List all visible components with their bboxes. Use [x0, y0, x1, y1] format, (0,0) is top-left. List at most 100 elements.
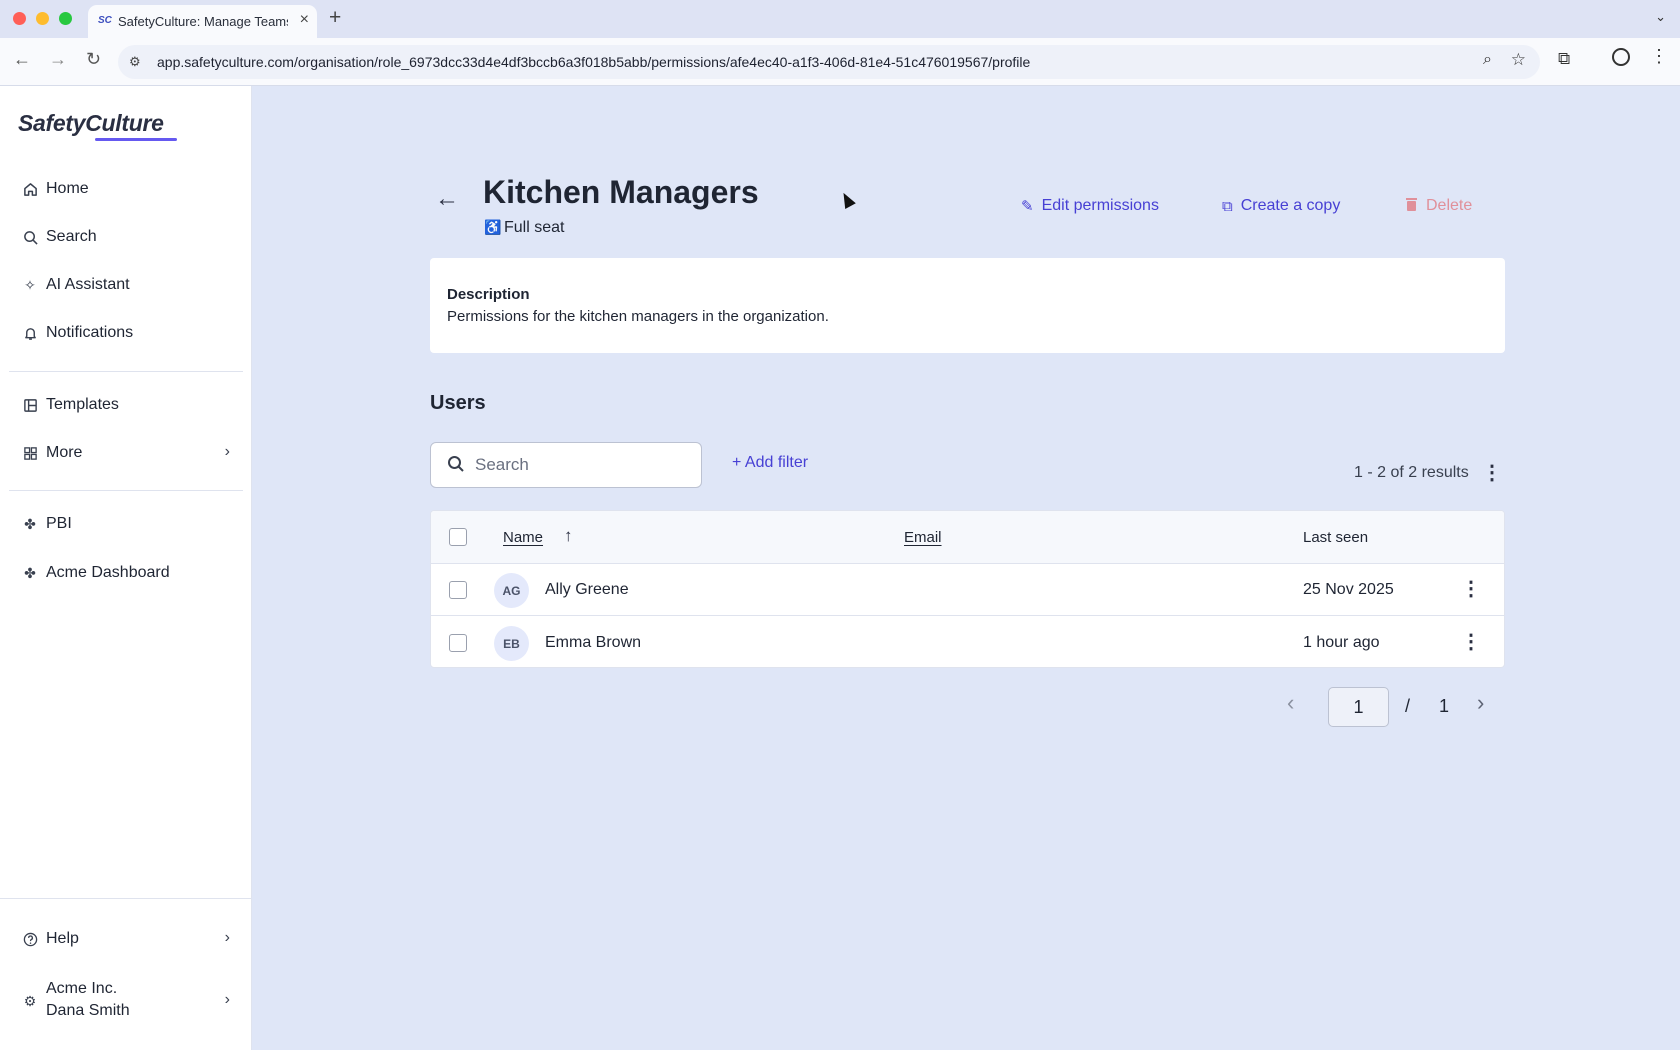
grid-icon [22, 445, 38, 461]
row-checkbox[interactable] [449, 581, 467, 599]
profile-icon[interactable] [1612, 48, 1630, 66]
avatar: EB [494, 626, 529, 661]
edit-permissions-label: Edit permissions [1041, 197, 1159, 214]
sidebar-item-search[interactable]: Search [10, 218, 242, 256]
mouse-cursor-icon [838, 190, 856, 209]
sidebar-item-label: More [46, 444, 83, 461]
sidebar-item-acme-dashboard[interactable]: ✤ Acme Dashboard [10, 554, 242, 592]
puzzle-icon: ✤ [24, 515, 36, 532]
reload-icon[interactable]: ↻ [86, 49, 101, 70]
puzzle-icon: ✤ [24, 564, 36, 581]
sidebar-item-home[interactable]: Home [10, 170, 242, 208]
help-icon [22, 931, 38, 947]
create-copy-label: Create a copy [1240, 197, 1341, 214]
sidebar-divider [9, 490, 243, 491]
add-filter-button[interactable]: + Add filter [732, 454, 808, 472]
browser-forward-icon[interactable]: → [49, 49, 67, 70]
last-seen-cell: 1 hour ago [1303, 634, 1380, 651]
trash-icon [1405, 197, 1418, 215]
sidebar-item-ai-assistant[interactable]: ✧ AI Assistant [10, 266, 242, 304]
safetyculture-logo[interactable]: SafetyCulture [18, 110, 164, 137]
minimize-window-button[interactable] [36, 12, 49, 25]
sidebar-divider [9, 371, 243, 372]
chevron-right-icon: › [224, 929, 230, 946]
chevron-right-icon: › [224, 991, 230, 1008]
search-icon [447, 455, 465, 478]
main-content: ← Kitchen Managers ♿ Full seat ✎ Edit pe… [252, 86, 1680, 1050]
sidebar-item-label: PBI [46, 515, 72, 532]
user-name-cell[interactable]: Emma Brown [545, 634, 641, 652]
logo-underline [95, 138, 177, 141]
previous-page-chevron-icon[interactable]: ‹ [1287, 690, 1294, 716]
search-input[interactable] [475, 451, 690, 479]
sidebar-item-help[interactable]: Help › [10, 920, 242, 958]
new-tab-icon[interactable]: + [329, 6, 341, 30]
copy-icon: ⧉ [1222, 197, 1233, 215]
browser-menu-icon[interactable]: ⋮ [1650, 46, 1668, 67]
users-table: Name ↑ Email Last seen AG Ally Greene 25… [430, 510, 1505, 668]
sidebar-item-label: Home [46, 180, 89, 197]
browser-back-icon[interactable]: ← [13, 49, 31, 70]
row-actions-kebab-icon[interactable]: ⋮ [1461, 629, 1481, 654]
next-page-chevron-icon[interactable]: › [1477, 690, 1484, 716]
create-copy-button[interactable]: ⧉ Create a copy [1222, 197, 1340, 215]
bookmark-star-icon[interactable]: ☆ [1511, 50, 1526, 70]
seat-type-label: Full seat [504, 219, 565, 236]
site-info-icon[interactable]: ⚙ [129, 54, 141, 70]
sidebar-item-label: Help [46, 930, 79, 947]
sidebar-item-label: Acme Dashboard [46, 564, 170, 581]
user-name-cell[interactable]: Ally Greene [545, 581, 629, 599]
edit-permissions-button[interactable]: ✎ Edit permissions [1021, 197, 1159, 215]
sidebar-item-label: Templates [46, 396, 119, 413]
row-checkbox[interactable] [449, 634, 467, 652]
sidebar-divider [0, 898, 252, 899]
close-tab-icon[interactable]: × [300, 11, 309, 29]
bell-icon [22, 325, 38, 341]
tab-search-chevron-icon[interactable]: ⌄ [1655, 9, 1666, 25]
page-title: Kitchen Managers [483, 174, 759, 210]
table-header: Name ↑ Email Last seen [431, 511, 1504, 564]
browser-tab-bar: SC SafetyCulture: Manage Teams × + ⌄ [0, 0, 1680, 38]
table-row[interactable]: AG Ally Greene 25 Nov 2025 ⋮ [431, 564, 1504, 616]
zoom-icon[interactable]: ⌕ [1483, 51, 1492, 69]
back-arrow-icon[interactable]: ← [435, 185, 459, 213]
sidebar-item-notifications[interactable]: Notifications [10, 314, 242, 352]
user-name: Dana Smith [46, 1002, 130, 1019]
column-header-email[interactable]: Email [904, 529, 942, 546]
description-text: Permissions for the kitchen managers in … [447, 308, 829, 325]
select-all-checkbox[interactable] [449, 528, 467, 546]
table-options-kebab-icon[interactable]: ⋮ [1482, 460, 1502, 485]
address-bar[interactable]: ⚙ app.safetyculture.com/organisation/rol… [118, 45, 1540, 79]
safetyculture-favicon-icon: SC [98, 15, 112, 26]
page-number-input[interactable] [1328, 687, 1389, 727]
browser-tab[interactable]: SC SafetyCulture: Manage Teams × [88, 5, 317, 38]
users-heading: Users [430, 392, 486, 414]
sidebar-item-pbi[interactable]: ✤ PBI [10, 505, 242, 543]
sidebar-item-label: Notifications [46, 324, 134, 341]
templates-icon [22, 397, 38, 413]
pencil-icon: ✎ [1021, 198, 1034, 215]
maximize-window-button[interactable] [59, 12, 72, 25]
column-header-name[interactable]: Name [503, 529, 543, 546]
row-actions-kebab-icon[interactable]: ⋮ [1461, 576, 1481, 601]
results-count: 1 - 2 of 2 results [1354, 464, 1469, 481]
chevron-right-icon: › [224, 443, 230, 460]
sort-ascending-icon[interactable]: ↑ [564, 526, 573, 546]
delete-button[interactable]: Delete [1405, 197, 1472, 215]
page-total: 1 [1439, 696, 1450, 716]
home-icon [22, 181, 38, 197]
user-search-box[interactable] [430, 442, 702, 488]
column-header-last-seen: Last seen [1303, 529, 1369, 546]
gear-icon: ⚙ [23, 992, 37, 1009]
table-row[interactable]: EB Emma Brown 1 hour ago ⋮ [431, 617, 1504, 667]
sparkle-icon: ✧ [24, 276, 36, 293]
sidebar-item-organization[interactable]: ⚙ Acme Inc. Dana Smith › [10, 972, 242, 1030]
description-label: Description [447, 286, 530, 303]
sidebar-item-templates[interactable]: Templates [10, 386, 242, 424]
extensions-icon[interactable]: ⧉ [1558, 49, 1570, 69]
url-text[interactable]: app.safetyculture.com/organisation/role_… [157, 54, 1030, 70]
close-window-button[interactable] [13, 12, 26, 25]
description-card: Description Permissions for the kitchen … [430, 258, 1505, 353]
sidebar-item-more[interactable]: More › [10, 434, 242, 472]
avatar: AG [494, 573, 529, 608]
